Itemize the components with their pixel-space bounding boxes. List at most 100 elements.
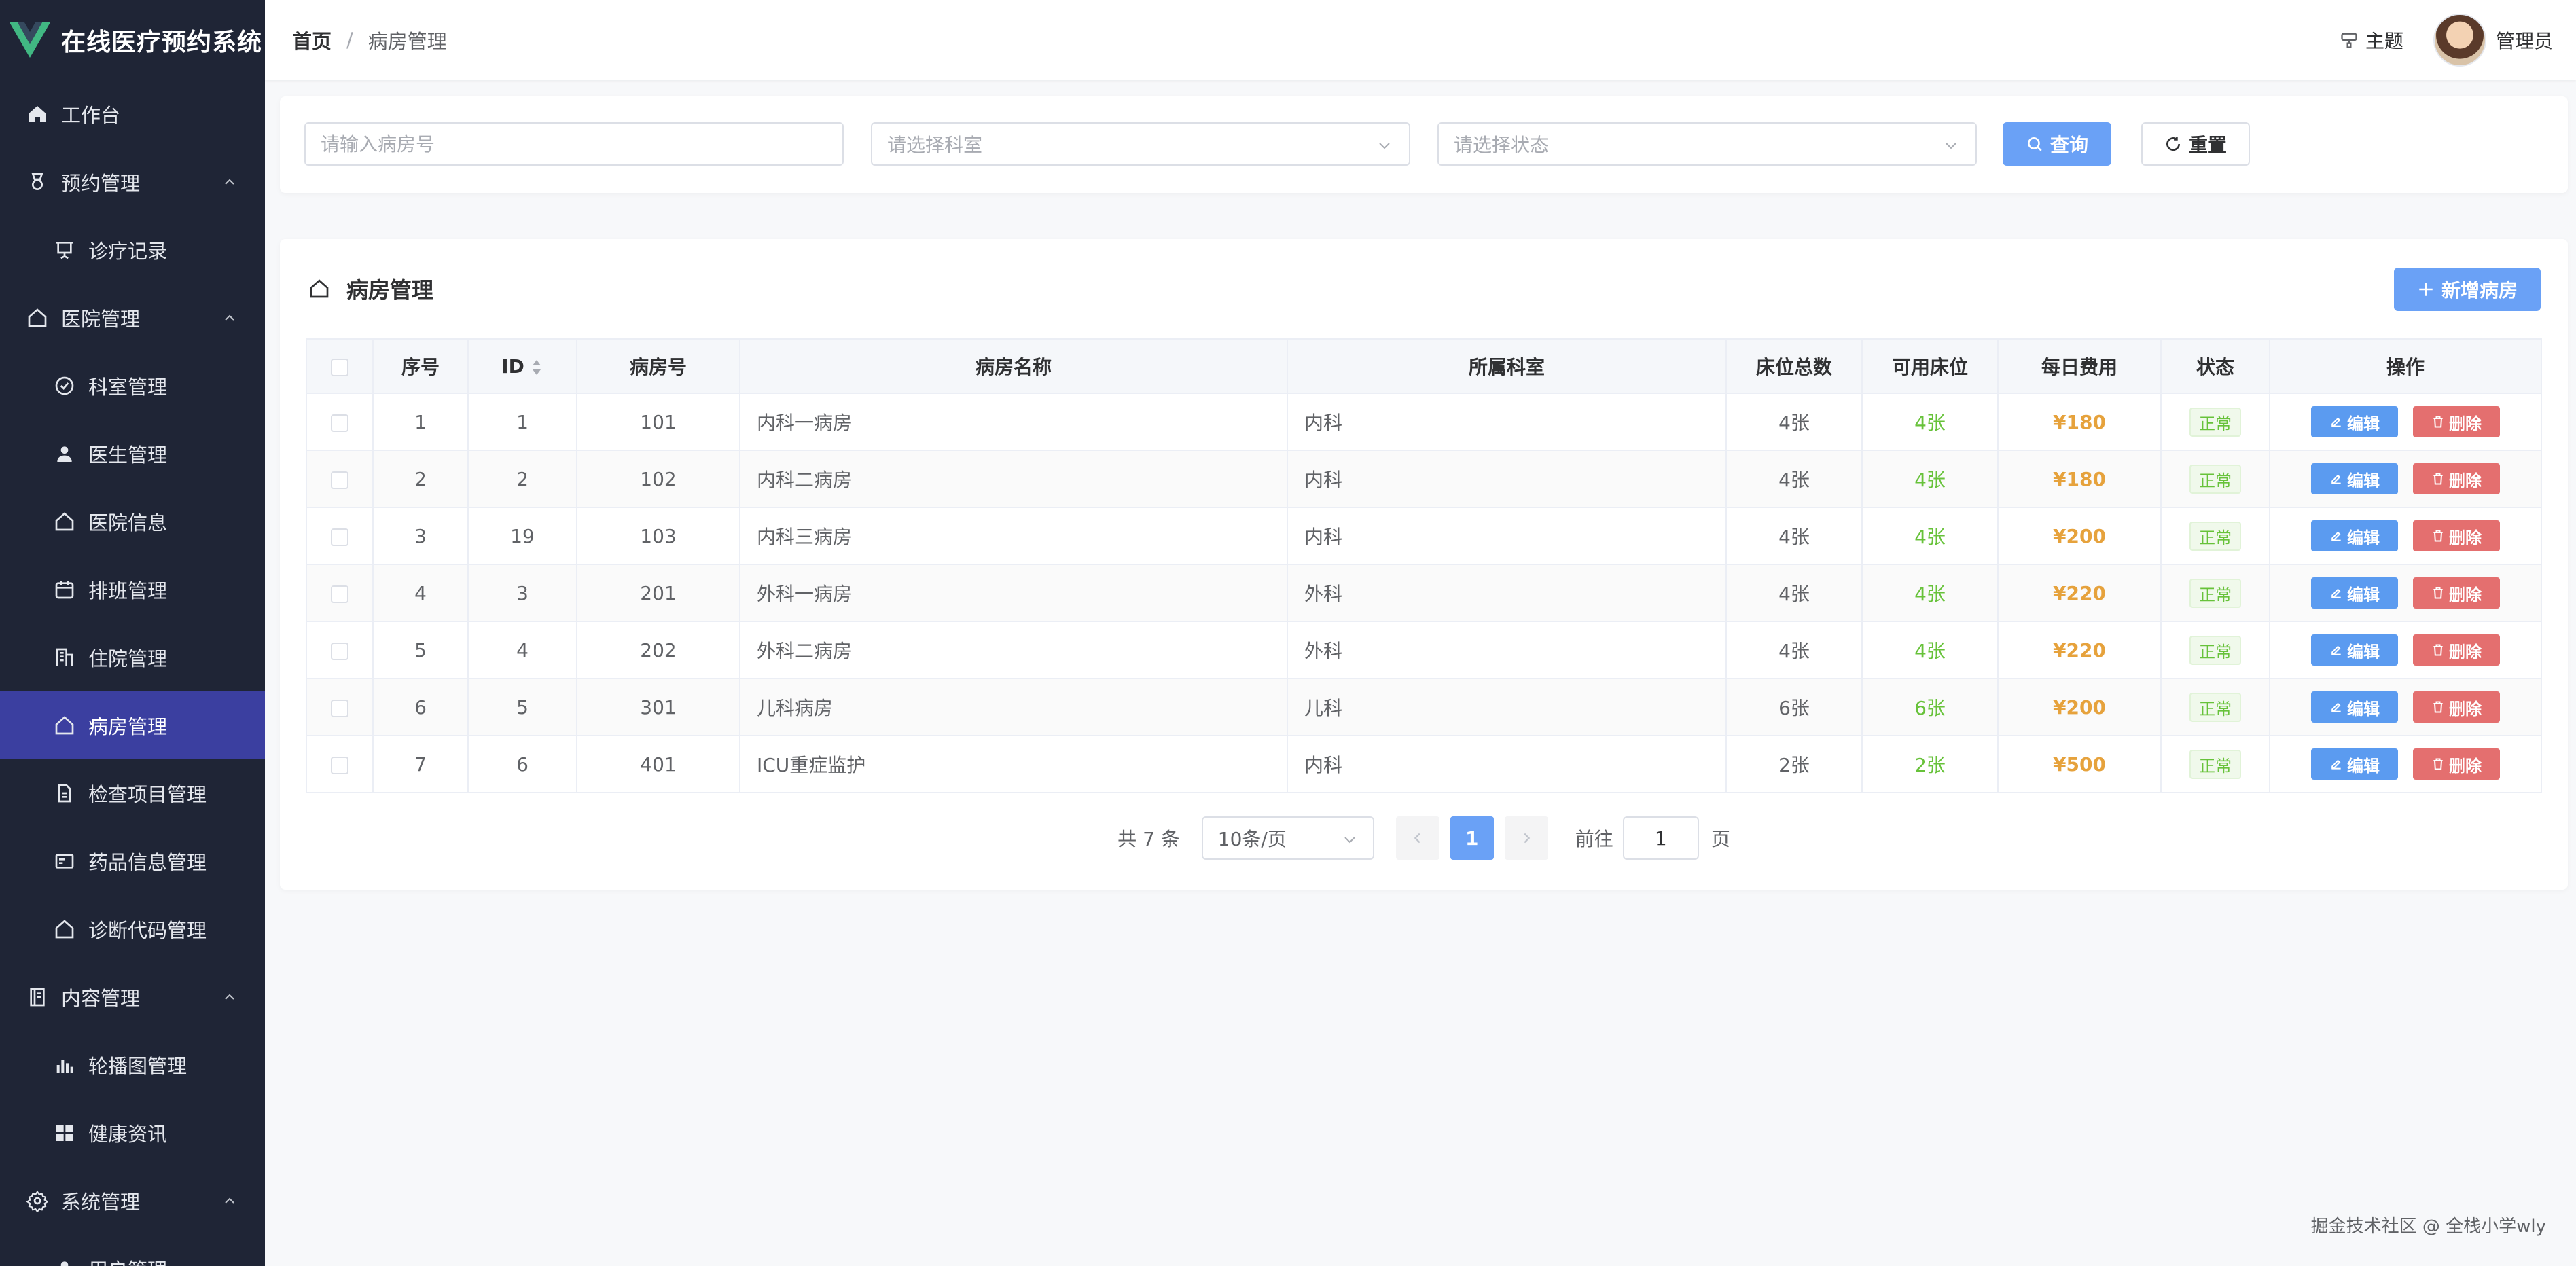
status-badge: 正常 (2189, 635, 2241, 665)
user-name[interactable]: 管理员 (2496, 26, 2553, 54)
row-select-cell[interactable] (306, 564, 374, 622)
delete-button[interactable]: 删除 (2413, 463, 2500, 494)
header-status: 状态 (2160, 338, 2270, 394)
breadcrumb-home[interactable]: 首页 (292, 26, 332, 54)
sidebar-item-3[interactable]: 医院管理 (0, 284, 265, 352)
header-available-beds: 可用床位 (1861, 338, 1999, 394)
delete-button[interactable]: 删除 (2413, 577, 2500, 609)
cell-total-beds: 4张 (1725, 393, 1863, 451)
row-select-cell[interactable] (306, 678, 374, 736)
sidebar-item-8[interactable]: 住院管理 (0, 623, 265, 691)
chevron-left-icon (1414, 833, 1420, 844)
row-checkbox[interactable] (331, 756, 348, 774)
delete-label: 删除 (2449, 414, 2482, 433)
edit-button[interactable]: 编辑 (2311, 634, 2398, 666)
delete-button[interactable]: 删除 (2413, 748, 2500, 780)
trash-icon (2433, 416, 2443, 428)
status-badge: 正常 (2189, 692, 2241, 722)
theme-button[interactable]: 主题 (2340, 26, 2403, 54)
cell-name: ICU重症监护 (739, 735, 1288, 793)
cell-available-beds: 2张 (1861, 735, 1999, 793)
select-all-checkbox[interactable] (331, 358, 348, 376)
sidebar-item-14[interactable]: 轮播图管理 (0, 1031, 265, 1099)
sidebar-item-2[interactable]: 诊疗记录 (0, 216, 265, 284)
ward-table: 序号 ID 病房号 病房名称 所属科室 床位总数 可用床位 每日费用 状态 操作… (306, 338, 2542, 793)
sidebar-item-16[interactable]: 系统管理 (0, 1167, 265, 1235)
next-page-button[interactable] (1504, 816, 1548, 860)
row-checkbox[interactable] (331, 585, 348, 603)
select-all-cell[interactable] (306, 338, 374, 394)
edit-button[interactable]: 编辑 (2311, 577, 2398, 609)
cell-total-beds: 4张 (1725, 450, 1863, 508)
search-icon (2028, 137, 2042, 151)
row-checkbox[interactable] (331, 642, 348, 660)
status-badge: 正常 (2189, 749, 2241, 779)
cell-seq: 5 (372, 621, 469, 679)
sidebar-item-label: 药品信息管理 (88, 851, 207, 874)
sidebar-item-12[interactable]: 诊断代码管理 (0, 895, 265, 963)
sidebar-item-10[interactable]: 检查项目管理 (0, 759, 265, 827)
brand[interactable]: 在线医疗预约系统 (0, 0, 265, 80)
cell-available-beds: 6张 (1861, 678, 1999, 736)
row-select-cell[interactable] (306, 507, 374, 565)
status-select[interactable]: 请选择状态 (1437, 122, 1977, 166)
sidebar-item-4[interactable]: 科室管理 (0, 352, 265, 420)
row-checkbox[interactable] (331, 699, 348, 717)
prev-page-button[interactable] (1395, 816, 1439, 860)
status-badge: 正常 (2189, 578, 2241, 608)
document-icon (53, 782, 76, 805)
trash-icon (2433, 530, 2443, 542)
sidebar-item-17[interactable]: 用户管理 (0, 1235, 265, 1266)
delete-label: 删除 (2449, 756, 2482, 776)
goto-suffix: 页 (1711, 828, 1730, 850)
sidebar-item-7[interactable]: 排班管理 (0, 556, 265, 623)
row-select-cell[interactable] (306, 450, 374, 508)
cell-dept: 外科 (1287, 621, 1727, 679)
header-id[interactable]: ID (467, 338, 577, 394)
cell-dept: 内科 (1287, 735, 1727, 793)
sidebar-item-label: 诊断代码管理 (88, 919, 207, 942)
reset-button[interactable]: 重置 (2141, 122, 2250, 166)
sidebar-item-1[interactable]: 预约管理 (0, 148, 265, 216)
sidebar-item-5[interactable]: 医生管理 (0, 420, 265, 488)
query-button[interactable]: 查询 (2003, 122, 2111, 166)
delete-button[interactable]: 删除 (2413, 634, 2500, 666)
avatar[interactable] (2433, 14, 2486, 67)
page-number-button[interactable]: 1 (1450, 816, 1494, 860)
sidebar-item-11[interactable]: 药品信息管理 (0, 827, 265, 895)
row-select-cell[interactable] (306, 621, 374, 679)
cell-total-beds: 4张 (1725, 621, 1863, 679)
sidebar-item-0[interactable]: 工作台 (0, 80, 265, 148)
reset-label: 重置 (2188, 134, 2227, 156)
delete-button[interactable]: 删除 (2413, 406, 2500, 437)
row-checkbox[interactable] (331, 528, 348, 546)
brush-icon (2341, 33, 2357, 48)
row-select-cell[interactable] (306, 735, 374, 793)
sidebar-item-9[interactable]: 病房管理 (0, 691, 265, 759)
row-checkbox[interactable] (331, 471, 348, 489)
edit-button[interactable]: 编辑 (2311, 691, 2398, 723)
add-ward-button[interactable]: 新增病房 (2394, 268, 2541, 311)
edit-button[interactable]: 编辑 (2311, 748, 2398, 780)
room-number-input[interactable] (321, 132, 842, 156)
row-select-cell[interactable] (306, 393, 374, 451)
edit-label: 编辑 (2347, 528, 2380, 547)
edit-button[interactable]: 编辑 (2311, 463, 2398, 494)
department-select[interactable]: 请选择科室 (871, 122, 1410, 166)
delete-button[interactable]: 删除 (2413, 691, 2500, 723)
trash-icon (2433, 473, 2443, 485)
delete-button[interactable]: 删除 (2413, 520, 2500, 551)
room-number-field[interactable] (304, 122, 844, 166)
sidebar-item-13[interactable]: 内容管理 (0, 963, 265, 1031)
page-size-select[interactable]: 10条/页 (1201, 816, 1374, 860)
cell-status: 正常 (2160, 678, 2270, 736)
table-row: 4 3 201 外科一病房 外科 4张 4张 ¥220 正常 编辑 删除 (306, 564, 2542, 622)
sidebar-item-label: 排班管理 (88, 579, 168, 602)
sort-icon[interactable] (530, 357, 543, 378)
edit-button[interactable]: 编辑 (2311, 520, 2398, 551)
row-checkbox[interactable] (331, 414, 348, 432)
edit-button[interactable]: 编辑 (2311, 406, 2398, 437)
sidebar-item-15[interactable]: 健康资讯 (0, 1099, 265, 1167)
sidebar-item-6[interactable]: 医院信息 (0, 488, 265, 556)
goto-page-input[interactable]: 1 (1622, 816, 1699, 860)
